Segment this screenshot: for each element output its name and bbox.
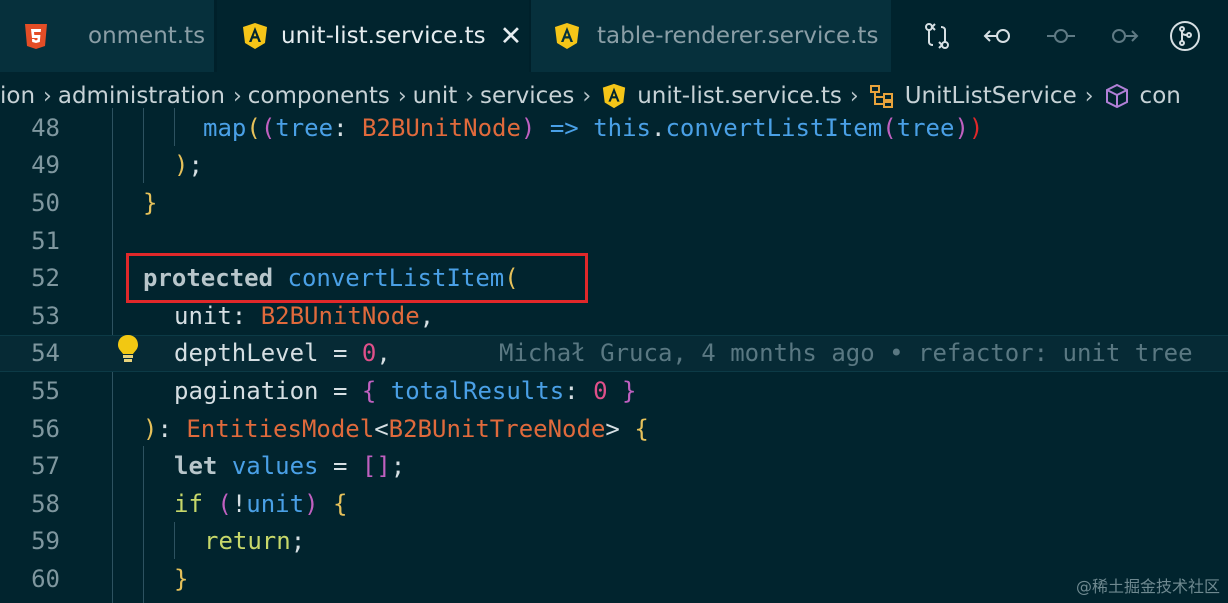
- tab-label: onment.ts: [88, 23, 206, 49]
- lightbulb-icon[interactable]: [116, 334, 140, 364]
- code-line: 58 if (!unit) {: [0, 485, 1228, 523]
- go-back-icon[interactable]: [982, 19, 1016, 53]
- line-number: 50: [31, 188, 60, 217]
- angular-icon: [601, 83, 627, 109]
- line-number: 52: [31, 264, 60, 293]
- line-number: 60: [31, 564, 60, 593]
- line-number: 59: [31, 527, 60, 556]
- breadcrumb-item[interactable]: components: [248, 83, 390, 109]
- editor-toolbar: [920, 0, 1228, 72]
- breadcrumb-item[interactable]: unit-list.service.ts: [637, 83, 842, 109]
- code-line: 50 }: [0, 184, 1228, 222]
- method-cube-icon: [1104, 83, 1130, 109]
- git-graph-icon[interactable]: [1168, 19, 1202, 53]
- tab-bar: onment.ts unit-list.service.ts ✕ table-r…: [0, 0, 1228, 72]
- chevron-right-icon: ›: [43, 83, 52, 109]
- tab-table-renderer-service[interactable]: table-renderer.service.ts: [531, 0, 891, 72]
- code-line: 49 );: [0, 147, 1228, 185]
- line-number: 51: [31, 226, 60, 255]
- code-line: 55 pagination = { totalResults: 0 }: [0, 372, 1228, 410]
- line-number: 58: [31, 489, 60, 518]
- line-number: 57: [31, 452, 60, 481]
- breadcrumb-item[interactable]: UnitListService: [905, 83, 1077, 109]
- code-line: 57 let values = [];: [0, 447, 1228, 485]
- go-forward-icon[interactable]: [1106, 19, 1140, 53]
- line-number: 48: [31, 113, 60, 142]
- class-icon: [869, 83, 895, 109]
- chevron-right-icon: ›: [397, 83, 407, 109]
- chevron-right-icon: ›: [465, 83, 475, 109]
- line-number: 53: [31, 301, 60, 330]
- line-number: 56: [31, 414, 60, 443]
- code-line: 48 map((tree: B2BUnitNode) => this.conve…: [0, 109, 1228, 147]
- line-number: 54: [31, 339, 60, 368]
- chevron-right-icon: ›: [849, 83, 859, 109]
- tab-label: unit-list.service.ts: [281, 23, 486, 49]
- git-blame-annotation: Michał Gruca, 4 months ago • refactor: u…: [499, 339, 1193, 368]
- code-line: 60 }: [0, 560, 1228, 598]
- breadcrumb-item[interactable]: services: [480, 83, 574, 109]
- tab-unit-list-service[interactable]: unit-list.service.ts ✕: [217, 0, 529, 72]
- breadcrumb-item[interactable]: unit: [413, 83, 458, 109]
- tab-label: table-renderer.service.ts: [597, 23, 879, 49]
- code-line: 56 ): EntitiesModel<B2BUnitTreeNode> {: [0, 410, 1228, 448]
- tab-environment[interactable]: onment.ts: [0, 0, 214, 72]
- line-number: 49: [31, 151, 60, 180]
- code-line: 59 return;: [0, 523, 1228, 561]
- commit-icon[interactable]: [1044, 19, 1078, 53]
- angular-icon: [553, 22, 581, 50]
- chevron-right-icon: ›: [232, 83, 242, 109]
- html5-icon: [22, 22, 50, 50]
- breadcrumb-item[interactable]: ion: [0, 83, 35, 109]
- breadcrumb-item[interactable]: con: [1140, 83, 1181, 109]
- breadcrumb-item[interactable]: administration: [58, 83, 225, 109]
- chevron-right-icon: ›: [582, 83, 592, 109]
- highlight-annotation-box: [126, 253, 588, 303]
- code-editor[interactable]: 48 map((tree: B2BUnitNode) => this.conve…: [0, 108, 1228, 603]
- close-icon[interactable]: ✕: [500, 23, 523, 50]
- chevron-right-icon: ›: [1084, 83, 1094, 109]
- compare-changes-icon[interactable]: [920, 19, 954, 53]
- line-number: 55: [31, 376, 60, 405]
- watermark: @稀土掘金技术社区: [1075, 577, 1220, 596]
- code-line-current: 54 depthLevel = 0, Michał Gruca, 4 month…: [0, 334, 1228, 373]
- angular-icon: [241, 22, 269, 50]
